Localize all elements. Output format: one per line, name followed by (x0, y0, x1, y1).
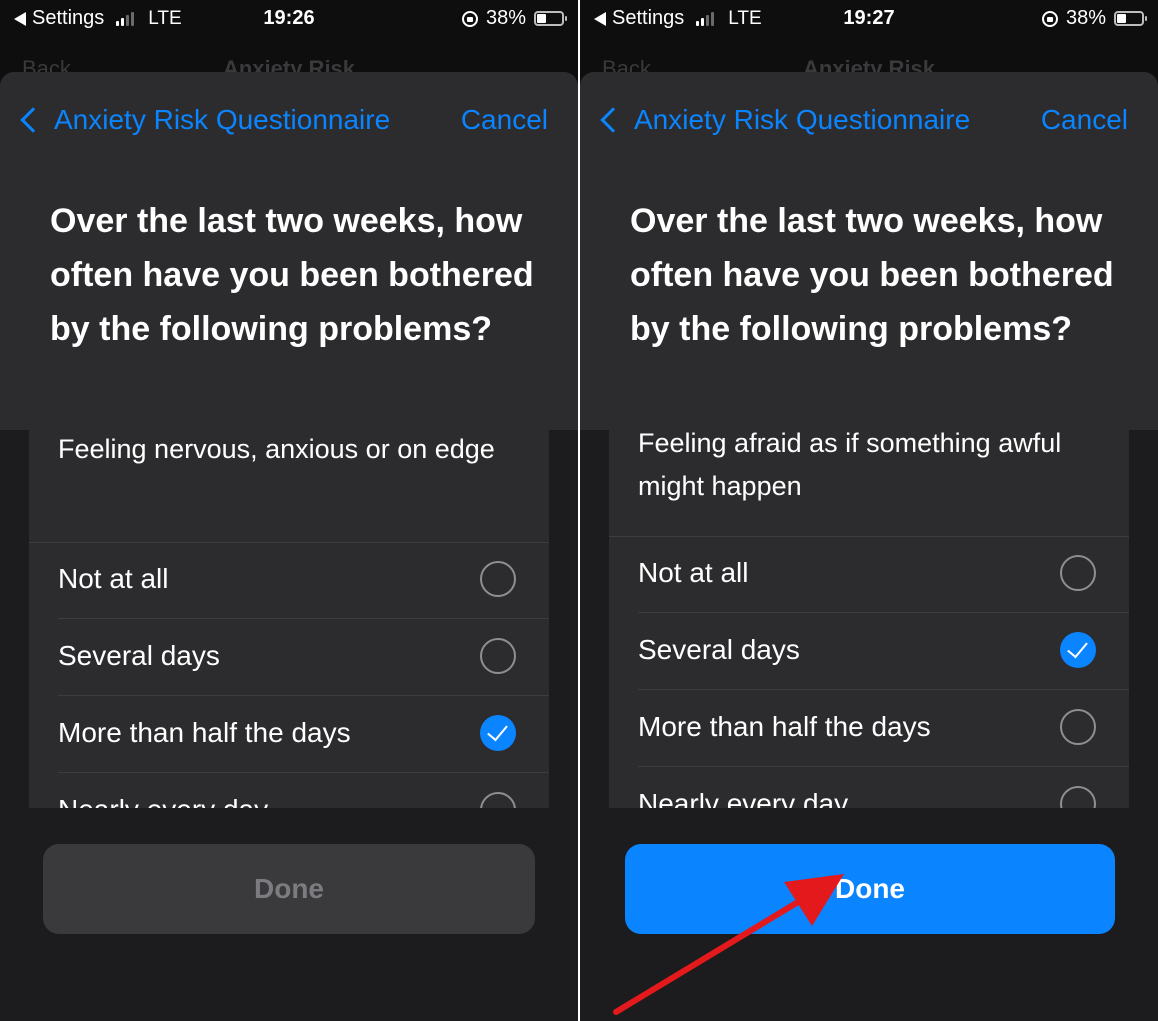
option-nearly-every-day[interactable]: Nearly every day (58, 774, 549, 810)
back-button-label: Anxiety Risk Questionnaire (54, 104, 391, 135)
question-text: Over the last two weeks, how often have … (630, 202, 1114, 348)
status-bar: Settings LTE 19:27 38% (580, 0, 1158, 40)
option-label: Nearly every day (638, 788, 849, 810)
option-nearly-every-day[interactable]: Nearly every day (638, 768, 1129, 810)
battery-icon (1114, 11, 1147, 26)
back-button[interactable]: Anxiety Risk Questionnaire (16, 104, 390, 136)
separator (58, 695, 549, 696)
sheet-header: Anxiety Risk Questionnaire Cancel Over t… (0, 72, 578, 430)
radio-unchecked-icon[interactable] (1060, 786, 1096, 810)
separator (58, 772, 549, 773)
sheet-header: Anxiety Risk Questionnaire Cancel Over t… (580, 72, 1158, 430)
sheet-nav-bar: Anxiety Risk Questionnaire Cancel (580, 104, 1158, 144)
option-not-at-all[interactable]: Not at all (638, 537, 1129, 613)
screenshot-right: Settings LTE 19:27 38% Back Anxiety Risk… (580, 0, 1158, 1021)
battery-percent: 38% (1065, 7, 1106, 29)
option-more-than-half[interactable]: More than half the days (638, 691, 1129, 767)
radio-unchecked-icon[interactable] (1060, 555, 1096, 591)
status-bar: Settings LTE 19:26 38% (0, 0, 578, 40)
separator (638, 766, 1129, 767)
question-card: Feeling nervous, anxious or on edge Not … (29, 430, 549, 810)
radio-unchecked-icon[interactable] (1060, 709, 1096, 745)
radio-unchecked-icon[interactable] (480, 561, 516, 597)
questionnaire-sheet: Anxiety Risk Questionnaire Cancel Over t… (0, 72, 578, 1021)
battery-icon (534, 11, 567, 26)
back-button-label: Anxiety Risk Questionnaire (634, 104, 971, 135)
option-not-at-all[interactable]: Not at all (58, 543, 549, 619)
option-several-days[interactable]: Several days (58, 620, 549, 696)
separator (638, 612, 1129, 613)
sheet-nav-bar: Anxiety Risk Questionnaire Cancel (0, 104, 578, 144)
option-label: Several days (58, 640, 220, 671)
done-button[interactable]: Done (43, 844, 535, 934)
chevron-left-icon (20, 107, 46, 133)
item-prompt: Feeling afraid as if something awful mig… (638, 430, 1062, 501)
battery-percent: 38% (485, 7, 526, 29)
option-label: Not at all (58, 563, 169, 594)
radio-checked-icon[interactable] (1060, 632, 1096, 668)
option-more-than-half[interactable]: More than half the days (58, 697, 549, 773)
item-prompt: Feeling nervous, anxious or on edge (58, 434, 495, 464)
cancel-button[interactable]: Cancel (461, 104, 548, 136)
cancel-button[interactable]: Cancel (1041, 104, 1128, 136)
radio-checked-icon[interactable] (480, 715, 516, 751)
sheet-footer: Done (0, 808, 578, 1021)
option-label: More than half the days (58, 717, 351, 748)
orientation-lock-icon (461, 10, 478, 27)
question-card: Feeling afraid as if something awful mig… (609, 430, 1129, 810)
chevron-left-icon (600, 107, 626, 133)
option-label: Not at all (638, 557, 749, 588)
radio-unchecked-icon[interactable] (480, 638, 516, 674)
orientation-lock-icon (1041, 10, 1058, 27)
back-button[interactable]: Anxiety Risk Questionnaire (596, 104, 970, 136)
separator (638, 689, 1129, 690)
annotation-arrow-icon (613, 874, 844, 1015)
option-label: More than half the days (638, 711, 931, 742)
separator (58, 618, 549, 619)
screenshot-left: Settings LTE 19:26 38% Back Anxiety Risk… (0, 0, 578, 1021)
question-text: Over the last two weeks, how often have … (50, 202, 534, 348)
option-several-days[interactable]: Several days (638, 614, 1129, 690)
option-label: Several days (638, 634, 800, 665)
